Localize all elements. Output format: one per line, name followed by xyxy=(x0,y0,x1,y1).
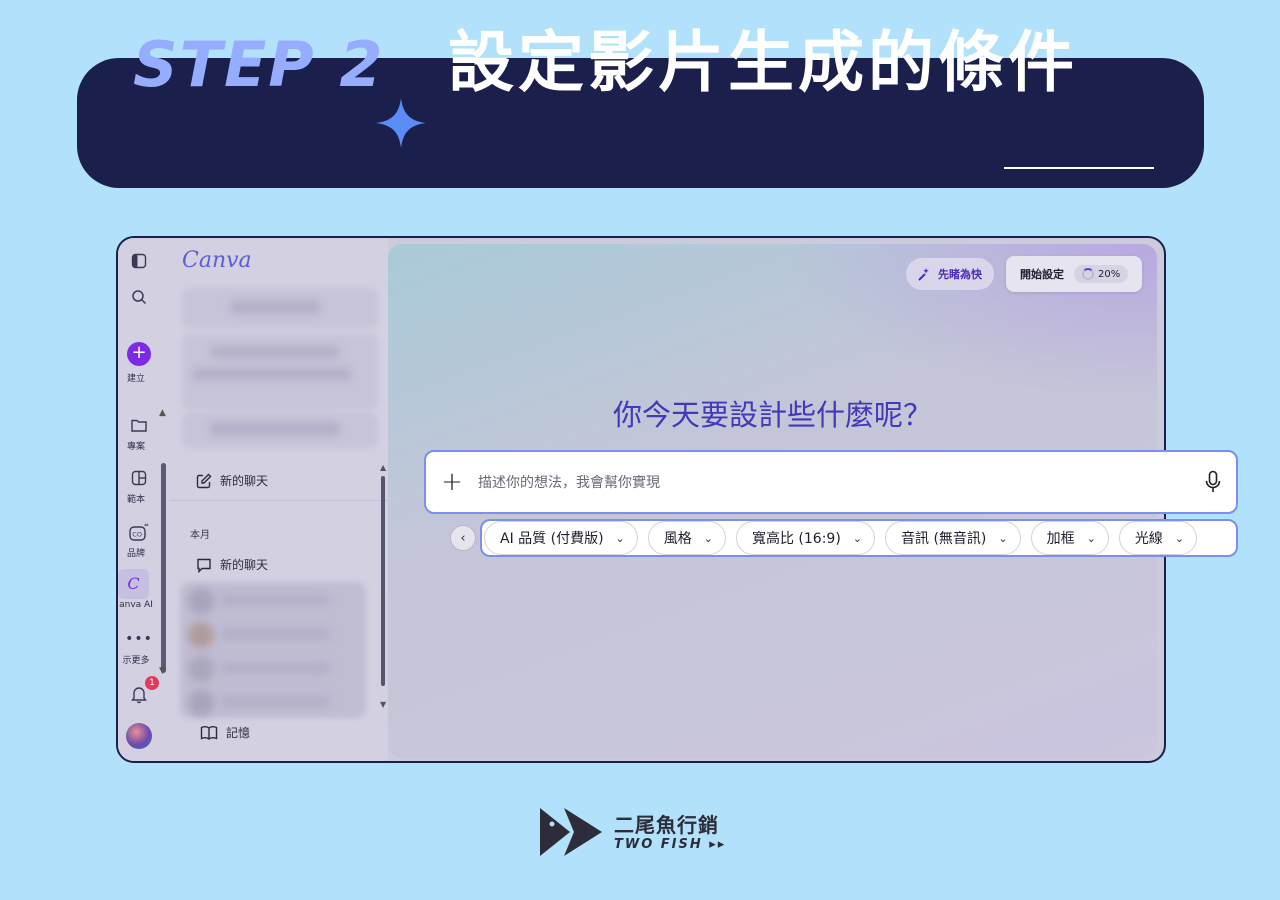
blurred-text xyxy=(192,368,352,380)
chip-label: 音訊 (無音訊) xyxy=(901,531,987,547)
title-underline xyxy=(1004,167,1154,169)
avatar[interactable] xyxy=(126,723,152,749)
blurred-text xyxy=(220,662,330,674)
brand-label: 品牌 xyxy=(126,549,145,559)
blurred-thumb xyxy=(188,588,214,614)
chip-ai-quality[interactable]: AI 品質 (付費版) ⌄ xyxy=(484,521,638,555)
setup-progress: 20% xyxy=(1074,265,1129,283)
blurred-text xyxy=(220,696,330,708)
templates-icon[interactable] xyxy=(128,467,150,489)
brand-icon[interactable]: CO xyxy=(128,521,150,543)
chevron-down-icon: ⌄ xyxy=(1086,531,1096,545)
setup-button[interactable]: 開始設定 20% xyxy=(1006,256,1143,292)
step-label: STEP 2 xyxy=(133,28,385,101)
chat-bubble-icon xyxy=(197,558,211,573)
page-title: 你今天要設計些什麼呢？ xyxy=(612,398,932,432)
chevron-down-icon: ⌄ xyxy=(1174,531,1185,545)
chip-style[interactable]: 風格 ⌄ xyxy=(647,521,726,555)
blurred-thumb xyxy=(188,656,214,682)
notification-badge: 1 xyxy=(145,676,159,690)
sidebar-scrollbar[interactable] xyxy=(381,476,385,686)
templates-label: 範本 xyxy=(126,495,145,505)
more-label: 示更多 xyxy=(122,656,150,666)
chip-audio[interactable]: 音訊 (無音訊) ⌄ xyxy=(885,521,1021,555)
book-icon xyxy=(200,725,218,740)
chip-label: 寬高比 (16:9) xyxy=(751,531,841,547)
sidebar-scroll-up-icon[interactable]: ▲ xyxy=(380,463,386,472)
create-label: 建立 xyxy=(126,374,145,384)
banner-title: 設定影片生成的條件 xyxy=(448,24,1078,101)
divider xyxy=(170,500,388,501)
memory-label: 記憶 xyxy=(226,726,251,740)
projects-label: 專案 xyxy=(126,442,145,452)
create-button[interactable]: + xyxy=(127,342,151,366)
magic-wand-icon xyxy=(918,268,929,281)
setup-progress-value: 20% xyxy=(1098,268,1121,280)
rail-scrollbar[interactable] xyxy=(161,463,166,673)
prompt-input-bar[interactable]: + 描述你的想法，我會幫你實現 xyxy=(424,450,1238,514)
preview-label: 先睹為快 xyxy=(938,268,982,281)
left-rail: + 建立 ▲ ▼ 專案 範本 CO 品牌 C anva AI ••• 示更多 1 xyxy=(118,238,170,761)
rail-scroll-up-icon[interactable]: ▲ xyxy=(159,408,166,418)
chevron-down-icon: ⌄ xyxy=(703,531,713,545)
blurred-text xyxy=(210,422,340,436)
chips-scroll-left-icon[interactable]: ‹ xyxy=(450,525,476,551)
add-attachment-icon[interactable]: + xyxy=(426,467,478,497)
canva-ai-icon[interactable]: C xyxy=(118,569,149,599)
new-chat-label: 新的聊天 xyxy=(220,474,269,488)
prompt-input[interactable]: 描述你的想法，我會幫你實現 xyxy=(478,472,1190,492)
chip-frame[interactable]: 加框 ⌄ xyxy=(1030,521,1109,555)
blurred-thumb xyxy=(188,622,214,648)
video-options-bar: AI 品質 (付費版) ⌄ 風格 ⌄ 寬高比 (16:9) ⌄ 音訊 (無音訊) ⌄ 加… xyxy=(480,519,1238,557)
progress-ring-icon xyxy=(1082,268,1094,280)
canva-ai-label: anva AI xyxy=(119,600,153,610)
search-icon[interactable] xyxy=(128,286,150,308)
chat-history-item[interactable]: 新的聊天 xyxy=(196,556,268,573)
brand-logo: 二尾魚行銷 TWO FISH ▸▸ xyxy=(540,806,726,858)
blurred-text xyxy=(220,628,330,640)
setup-label: 開始設定 xyxy=(1020,268,1064,281)
chat-item-label: 新的聊天 xyxy=(220,558,269,572)
more-icon[interactable]: ••• xyxy=(125,628,152,650)
sidebar-toggle-icon[interactable] xyxy=(128,250,150,272)
chip-label: 加框 xyxy=(1046,531,1075,547)
blurred-text xyxy=(230,300,320,314)
blurred-text xyxy=(210,346,340,358)
chip-label: 風格 xyxy=(663,531,692,547)
folder-icon[interactable] xyxy=(128,414,150,436)
chip-lighting[interactable]: 光線 ⌄ xyxy=(1118,521,1198,555)
sparkle-icon xyxy=(376,98,426,148)
svg-text:CO: CO xyxy=(132,531,142,539)
blurred-thumb xyxy=(188,690,214,716)
chip-label: 光線 xyxy=(1134,531,1163,547)
edit-icon xyxy=(196,473,212,488)
memory-button[interactable]: 記憶 xyxy=(200,724,250,741)
chip-label: AI 品質 (付費版) xyxy=(500,531,604,547)
chip-aspect-ratio[interactable]: 寬高比 (16:9) ⌄ xyxy=(735,521,875,555)
chevron-down-icon: ⌄ xyxy=(852,531,862,545)
microphone-icon[interactable] xyxy=(1190,470,1236,494)
two-fish-logo-icon xyxy=(540,808,602,856)
chat-sidebar: Canva 新的聊天 本月 新的聊天 ▲ ▼ 記憶 xyxy=(170,238,388,761)
chevron-down-icon: ⌄ xyxy=(615,531,625,545)
brand-name: 二尾魚行銷 xyxy=(614,812,719,837)
chevron-down-icon: ⌄ xyxy=(998,531,1008,545)
sidebar-scroll-down-icon[interactable]: ▼ xyxy=(380,700,386,709)
canva-logo: Canva xyxy=(182,248,252,273)
preview-button[interactable]: 先睹為快 xyxy=(906,258,994,290)
month-header: 本月 xyxy=(190,530,210,541)
brand-subtitle: TWO FISH ▸▸ xyxy=(614,836,727,852)
rail-scroll-down-icon[interactable]: ▼ xyxy=(159,666,166,676)
blurred-text xyxy=(220,594,330,606)
new-chat-button[interactable]: 新的聊天 xyxy=(196,472,268,489)
